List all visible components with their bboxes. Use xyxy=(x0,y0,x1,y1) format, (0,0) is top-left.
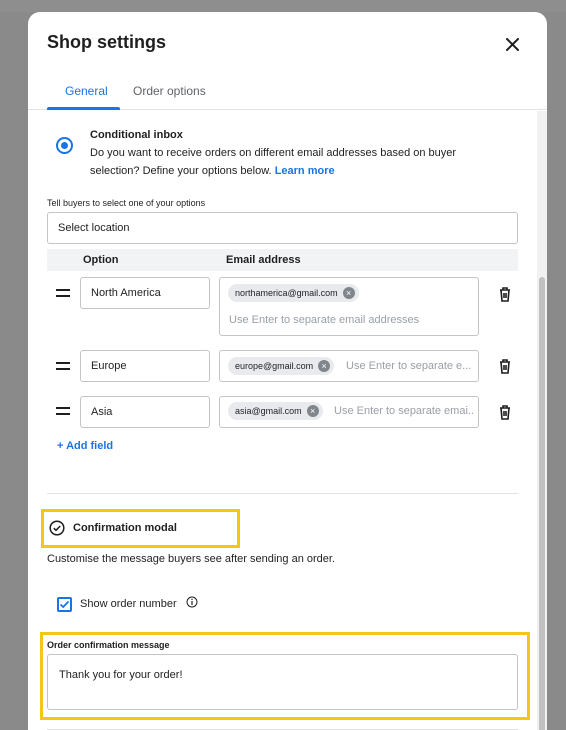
email-column-header: Email address xyxy=(226,254,301,266)
email-placeholder: Use Enter to separate e... xyxy=(346,360,472,372)
order-confirmation-textarea[interactable]: Thank you for your order! xyxy=(47,654,518,710)
email-chip-text: northamerica@gmail.com xyxy=(235,288,338,298)
dialog-title: Shop settings xyxy=(47,32,167,52)
tab-order-options[interactable]: Order options xyxy=(133,84,206,98)
select-location-input[interactable]: Select location xyxy=(47,212,518,244)
backdrop-shape xyxy=(0,0,566,12)
tab-general[interactable]: General xyxy=(65,84,108,98)
confirmation-modal-title: Confirmation modal xyxy=(73,522,177,534)
remove-chip-icon[interactable]: × xyxy=(306,405,319,417)
conditional-inbox-description: Do you want to receive orders on differe… xyxy=(90,144,490,180)
email-chip: europe@gmail.com × xyxy=(228,357,335,375)
show-order-number-checkbox[interactable] xyxy=(57,597,72,612)
option-column-header: Option xyxy=(83,254,119,266)
active-tab-indicator xyxy=(47,107,120,110)
email-chip: asia@gmail.com × xyxy=(228,402,323,420)
selection-label: Tell buyers to select one of your option… xyxy=(47,198,206,208)
learn-more-link[interactable]: Learn more xyxy=(275,165,335,177)
close-icon xyxy=(505,37,519,51)
drag-handle-icon[interactable] xyxy=(56,289,70,297)
add-field-button[interactable]: + Add field xyxy=(57,440,113,452)
close-button[interactable] xyxy=(502,34,522,54)
option-input-europe[interactable]: Europe xyxy=(80,350,210,382)
delete-row-icon[interactable] xyxy=(498,358,512,374)
drag-handle-icon[interactable] xyxy=(56,407,70,415)
section-divider xyxy=(47,493,518,494)
remove-chip-icon[interactable]: × xyxy=(318,360,331,372)
option-input-asia[interactable]: Asia xyxy=(80,396,210,428)
radio-selected-dot xyxy=(61,142,68,149)
scrollbar-thumb[interactable] xyxy=(539,277,545,730)
info-icon[interactable] xyxy=(186,596,198,608)
options-table-header: Option Email address xyxy=(47,249,518,271)
email-chip-text: europe@gmail.com xyxy=(235,361,314,371)
confirmation-description: Customise the message buyers see after s… xyxy=(47,553,335,565)
check-circle-icon xyxy=(49,520,65,536)
remove-chip-icon[interactable]: × xyxy=(342,287,355,299)
checkmark-icon xyxy=(59,600,70,609)
email-chip: northamerica@gmail.com × xyxy=(228,284,359,302)
order-confirmation-label: Order confirmation message xyxy=(47,640,170,650)
tab-bar: General Order options xyxy=(28,76,547,110)
email-chip-text: asia@gmail.com xyxy=(235,406,302,416)
show-order-number-label: Show order number xyxy=(80,598,177,610)
email-placeholder: Use Enter to separate emai... xyxy=(334,405,474,417)
conditional-inbox-title: Conditional inbox xyxy=(90,129,183,141)
delete-row-icon[interactable] xyxy=(498,286,512,302)
conditional-inbox-text: Do you want to receive orders on differe… xyxy=(90,147,457,177)
delete-row-icon[interactable] xyxy=(498,404,512,420)
option-input-north-america[interactable]: North America xyxy=(80,277,210,309)
drag-handle-icon[interactable] xyxy=(56,362,70,370)
conditional-inbox-radio[interactable] xyxy=(56,137,73,154)
email-placeholder: Use Enter to separate email addresses xyxy=(229,314,420,326)
shop-settings-dialog: Shop settings General Order options Cond… xyxy=(28,12,547,730)
